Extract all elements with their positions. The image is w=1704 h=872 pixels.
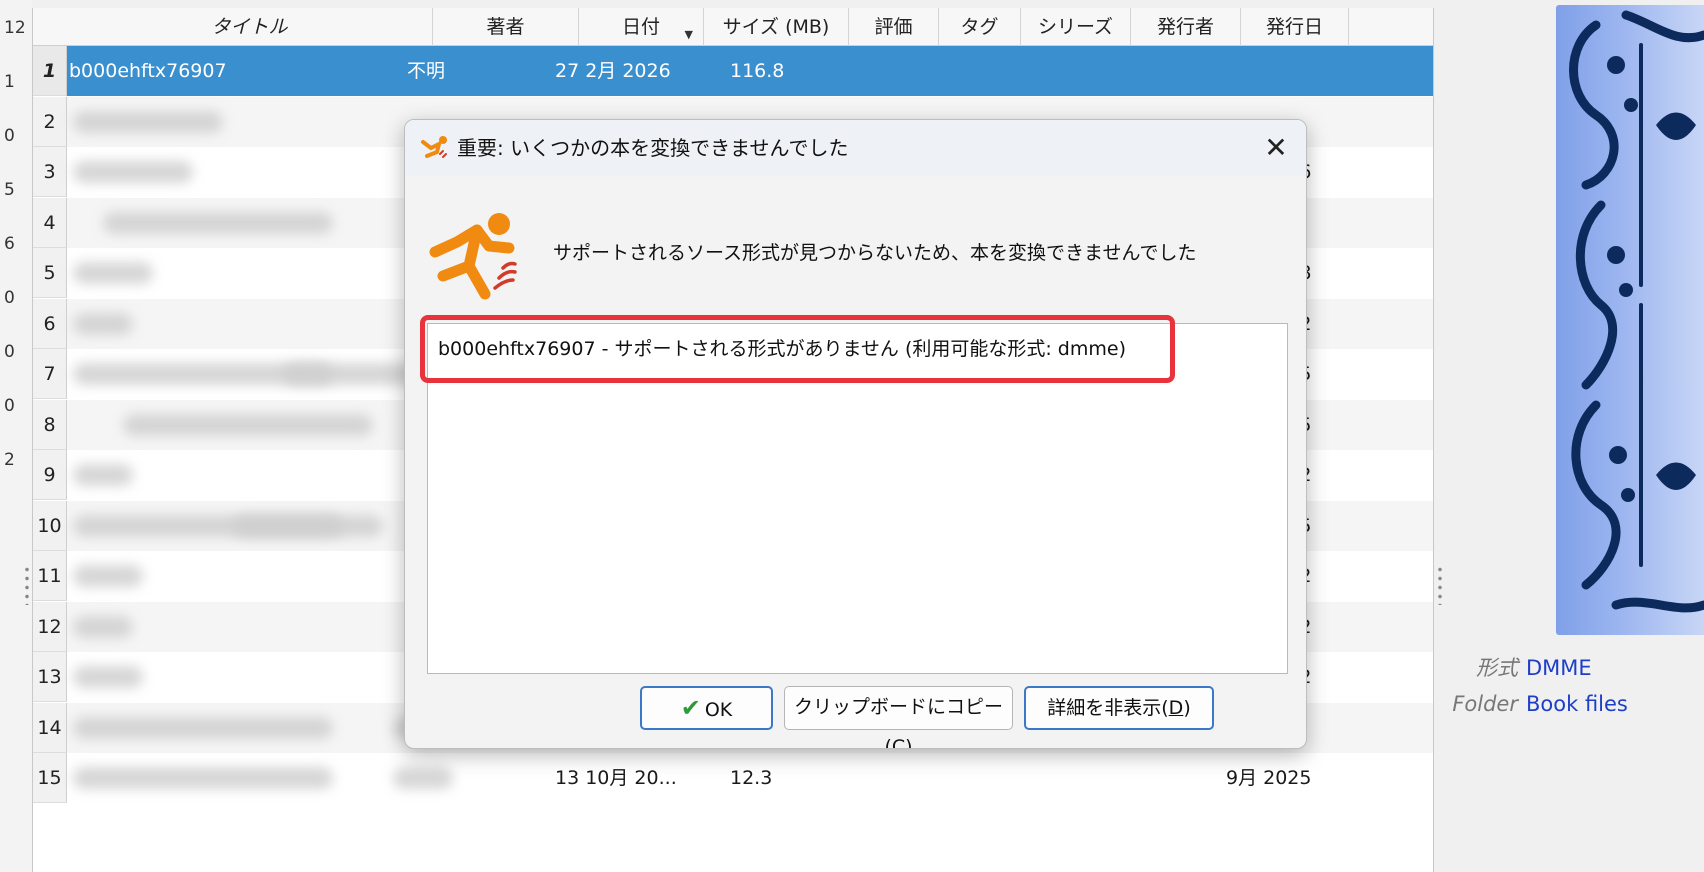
redacted-text	[73, 312, 133, 335]
copy-to-clipboard-button[interactable]: クリップボードにコピー(C)	[784, 686, 1013, 748]
row-number: 15	[33, 753, 67, 803]
folder-label: Folder	[1452, 692, 1518, 716]
tag-browser-counts: 12 1 0 5 6 0 0 0 2	[0, 0, 32, 872]
pubdate-cell	[1226, 46, 1341, 96]
row-number: 4	[33, 197, 67, 248]
checkmark-icon: ✔	[680, 694, 701, 722]
book-metadata: 形式 DMME Folder Book files	[1434, 650, 1704, 722]
column-header-publisher[interactable]: 発行者	[1131, 8, 1241, 46]
row-number: 2	[33, 96, 67, 147]
table-row[interactable]: 15 13 10月 20... 12.3 9月 2025	[33, 753, 1433, 803]
redacted-text	[123, 413, 373, 436]
hide-details-shortcut: D	[1168, 697, 1184, 719]
tag-count: 0	[4, 288, 15, 308]
row-number: 8	[33, 399, 67, 450]
column-header-author[interactable]: 著者	[433, 8, 579, 46]
book-details-panel: 形式 DMME Folder Book files	[1434, 0, 1704, 872]
size-cell: 12.3	[730, 767, 773, 789]
column-header-series[interactable]: シリーズ	[1021, 8, 1131, 46]
copy-button-shortcut: C	[891, 736, 906, 749]
hide-details-suffix: )	[1183, 697, 1191, 719]
redacted-text	[393, 767, 453, 789]
redacted-text	[73, 666, 143, 688]
redacted-text	[73, 767, 333, 789]
redacted-text	[73, 716, 333, 739]
column-header-date-label: 日付	[621, 16, 660, 38]
date-cell: 13 10月 20...	[555, 767, 677, 789]
dialog-titlebar[interactable]: 重要: いくつかの本を変換できませんでした ✕	[405, 120, 1306, 176]
row-number: 13	[33, 652, 67, 702]
hide-details-label: 詳細を非表示(	[1047, 697, 1169, 719]
row-number: 1	[33, 46, 67, 96]
row-number: 5	[33, 248, 67, 298]
column-header-size[interactable]: サイズ (MB)	[704, 8, 849, 46]
hide-details-button[interactable]: 詳細を非表示(D)	[1024, 686, 1214, 730]
tag-count: 5	[4, 180, 15, 200]
tag-count: 2	[4, 450, 15, 470]
right-splitter-handle[interactable]	[1437, 565, 1443, 605]
detail-line: b000ehftx76907 - サポートされる形式がありません (利用可能な形…	[438, 338, 1126, 360]
redacted-text	[73, 565, 143, 587]
format-link[interactable]: DMME	[1526, 656, 1592, 680]
redacted-text	[73, 161, 193, 183]
column-header-row: タイトル 著者 日付 ▼ サイズ (MB) 評価 タグ シリーズ 発行者 発行日	[33, 8, 1433, 46]
table-row[interactable]: 1 b000ehftx76907 不明 27 2月 2026 116.8	[33, 46, 1433, 96]
column-header-tags[interactable]: タグ	[939, 8, 1021, 46]
row-number: 9	[33, 450, 67, 500]
row-number: 12	[33, 601, 67, 652]
redacted-text	[233, 514, 383, 537]
left-splitter-handle[interactable]	[24, 565, 30, 605]
publisher-cell	[1107, 753, 1237, 803]
tag-count: 12	[4, 18, 26, 38]
redacted-text	[73, 262, 153, 284]
redacted-text	[73, 615, 133, 638]
date-cell: 27 2月 2026	[555, 60, 671, 82]
redacted-text	[73, 110, 223, 133]
row-number: 3	[33, 147, 67, 197]
folder-row: Folder Book files	[1434, 686, 1704, 722]
publisher-cell	[1107, 46, 1237, 96]
author-cell: 不明	[407, 60, 446, 82]
format-row: 形式 DMME	[1434, 650, 1704, 686]
dialog-message: サポートされるソース形式が見つからないため、本を変換できませんでした	[553, 242, 1197, 264]
format-label: 形式	[1476, 656, 1518, 680]
folder-link[interactable]: Book files	[1526, 692, 1628, 716]
copy-button-suffix: )	[905, 736, 913, 749]
details-text-area[interactable]: b000ehftx76907 - サポートされる形式がありません (利用可能な形…	[427, 323, 1288, 674]
close-icon[interactable]: ✕	[1256, 130, 1296, 166]
tag-count: 0	[4, 342, 15, 362]
row-number: 7	[33, 349, 67, 399]
column-header-pubdate[interactable]: 発行日	[1241, 8, 1349, 46]
row-number: 11	[33, 551, 67, 601]
tag-count: 6	[4, 234, 15, 254]
tag-count: 0	[4, 396, 15, 416]
title-cell: b000ehftx76907	[69, 60, 227, 82]
ornament-cover-art	[1569, 10, 1704, 613]
row-number: 14	[33, 702, 67, 753]
column-header-date[interactable]: 日付 ▼	[579, 8, 704, 46]
dialog-title: 重要: いくつかの本を変換できませんでした	[457, 136, 849, 160]
book-cover-image[interactable]	[1556, 5, 1704, 635]
column-header-title[interactable]: タイトル	[67, 8, 433, 46]
row-number: 6	[33, 298, 67, 349]
falling-person-icon	[429, 213, 517, 300]
row-number: 10	[33, 500, 67, 551]
falling-person-icon	[421, 136, 447, 158]
size-cell: 116.8	[730, 60, 785, 82]
tag-count: 1	[4, 72, 15, 92]
pubdate-cell: 9月 2025	[1226, 767, 1312, 789]
redacted-text	[103, 211, 333, 234]
tag-count: 0	[4, 126, 15, 146]
ok-button[interactable]: ✔ OK	[640, 686, 773, 730]
column-header-rating[interactable]: 評価	[849, 8, 939, 46]
redacted-text	[283, 363, 423, 385]
ok-button-label: OK	[704, 699, 733, 721]
redacted-text	[73, 464, 133, 486]
conversion-error-dialog: 重要: いくつかの本を変換できませんでした ✕ サポートされるソース形式が見つか…	[404, 119, 1307, 749]
